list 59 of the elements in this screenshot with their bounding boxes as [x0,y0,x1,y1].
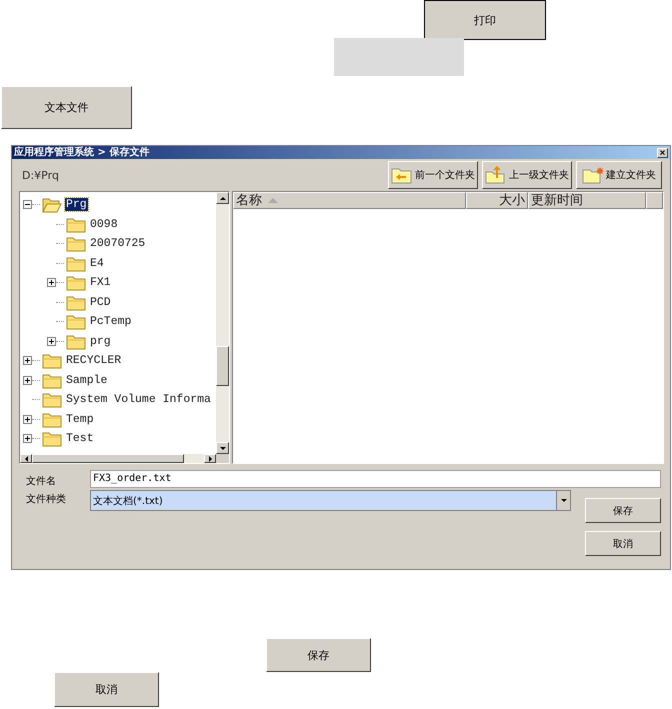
window-title: 应用程序管理系统 > 保存文件 [14,146,150,159]
tree-item[interactable]: prg [89,334,112,348]
print-button[interactable]: 打印 [424,0,546,40]
scrollbar[interactable] [216,192,229,454]
folder-icon [42,410,62,428]
expand-icon[interactable] [47,278,56,288]
column-header[interactable]: 更新时间 [528,192,646,209]
new-folder-icon [582,166,604,184]
dialog-button[interactable]: 保存 [585,498,661,523]
path-label: D:¥Prq [22,168,60,182]
tree-item[interactable]: System Volume Informa [65,393,212,406]
folder-icon [66,332,86,350]
folder-icon [42,391,62,408]
close-icon[interactable] [657,148,668,158]
folder-icon [42,430,62,448]
tree-item[interactable]: Test [65,432,95,446]
column-header[interactable]: 名称 [233,192,466,209]
open-folder-icon [42,196,62,214]
folder-arrow-icon [391,166,413,184]
collapse-icon[interactable] [23,200,32,210]
tree-item[interactable]: RECYCLER [65,354,122,368]
sort-arrow-icon [268,198,278,203]
folder-icon [66,274,86,292]
toolbar-button[interactable]: 建立文件夹 [576,161,662,189]
expand-icon[interactable] [47,336,56,346]
text-file-button[interactable]: 文本文件 [1,86,132,129]
filename-field[interactable]: FX3_order.txt [90,470,661,488]
tree-item[interactable]: E4 [89,256,105,270]
expand-icon[interactable] [23,434,32,444]
folder-icon [66,235,86,252]
toolbar-button[interactable]: 前一个文件夹 [388,161,478,189]
expand-icon[interactable] [23,414,32,424]
folder-icon [66,294,86,311]
folder-arrow-icon [485,166,507,184]
tree-item[interactable]: 0098 [89,218,119,231]
tree-item[interactable]: PcTemp [89,315,132,328]
save-button[interactable]: 保存 [266,638,371,672]
dialog-button[interactable]: 取消 [585,531,661,556]
cancel-button[interactable]: 取消 [54,672,159,707]
field-label: 文件种类 [26,492,67,506]
scrollbar[interactable] [20,454,216,463]
tree-item[interactable]: FX1 [89,276,112,290]
folder-icon [66,254,86,272]
expand-icon[interactable] [23,356,32,366]
tree-item[interactable]: Sample [65,374,108,387]
tree-item[interactable]: 20070725 [89,237,146,250]
toolbar-button[interactable]: 上一级文件夹 [482,161,572,189]
filetype-dropdown[interactable]: 文本文档(*.txt) [90,490,571,511]
tree-item[interactable]: Temp [65,412,95,426]
scrollbar-corner [216,454,229,463]
folder-icon [42,352,62,370]
tree-item[interactable]: Prg [65,198,88,212]
column-header[interactable]: 大小 [466,192,528,209]
folder-icon [66,216,86,233]
folder-icon [42,372,62,389]
tree-item[interactable]: PCD [89,296,112,309]
expand-icon[interactable] [23,376,32,385]
field-label: 文件名 [26,474,57,488]
folder-icon [66,313,86,330]
